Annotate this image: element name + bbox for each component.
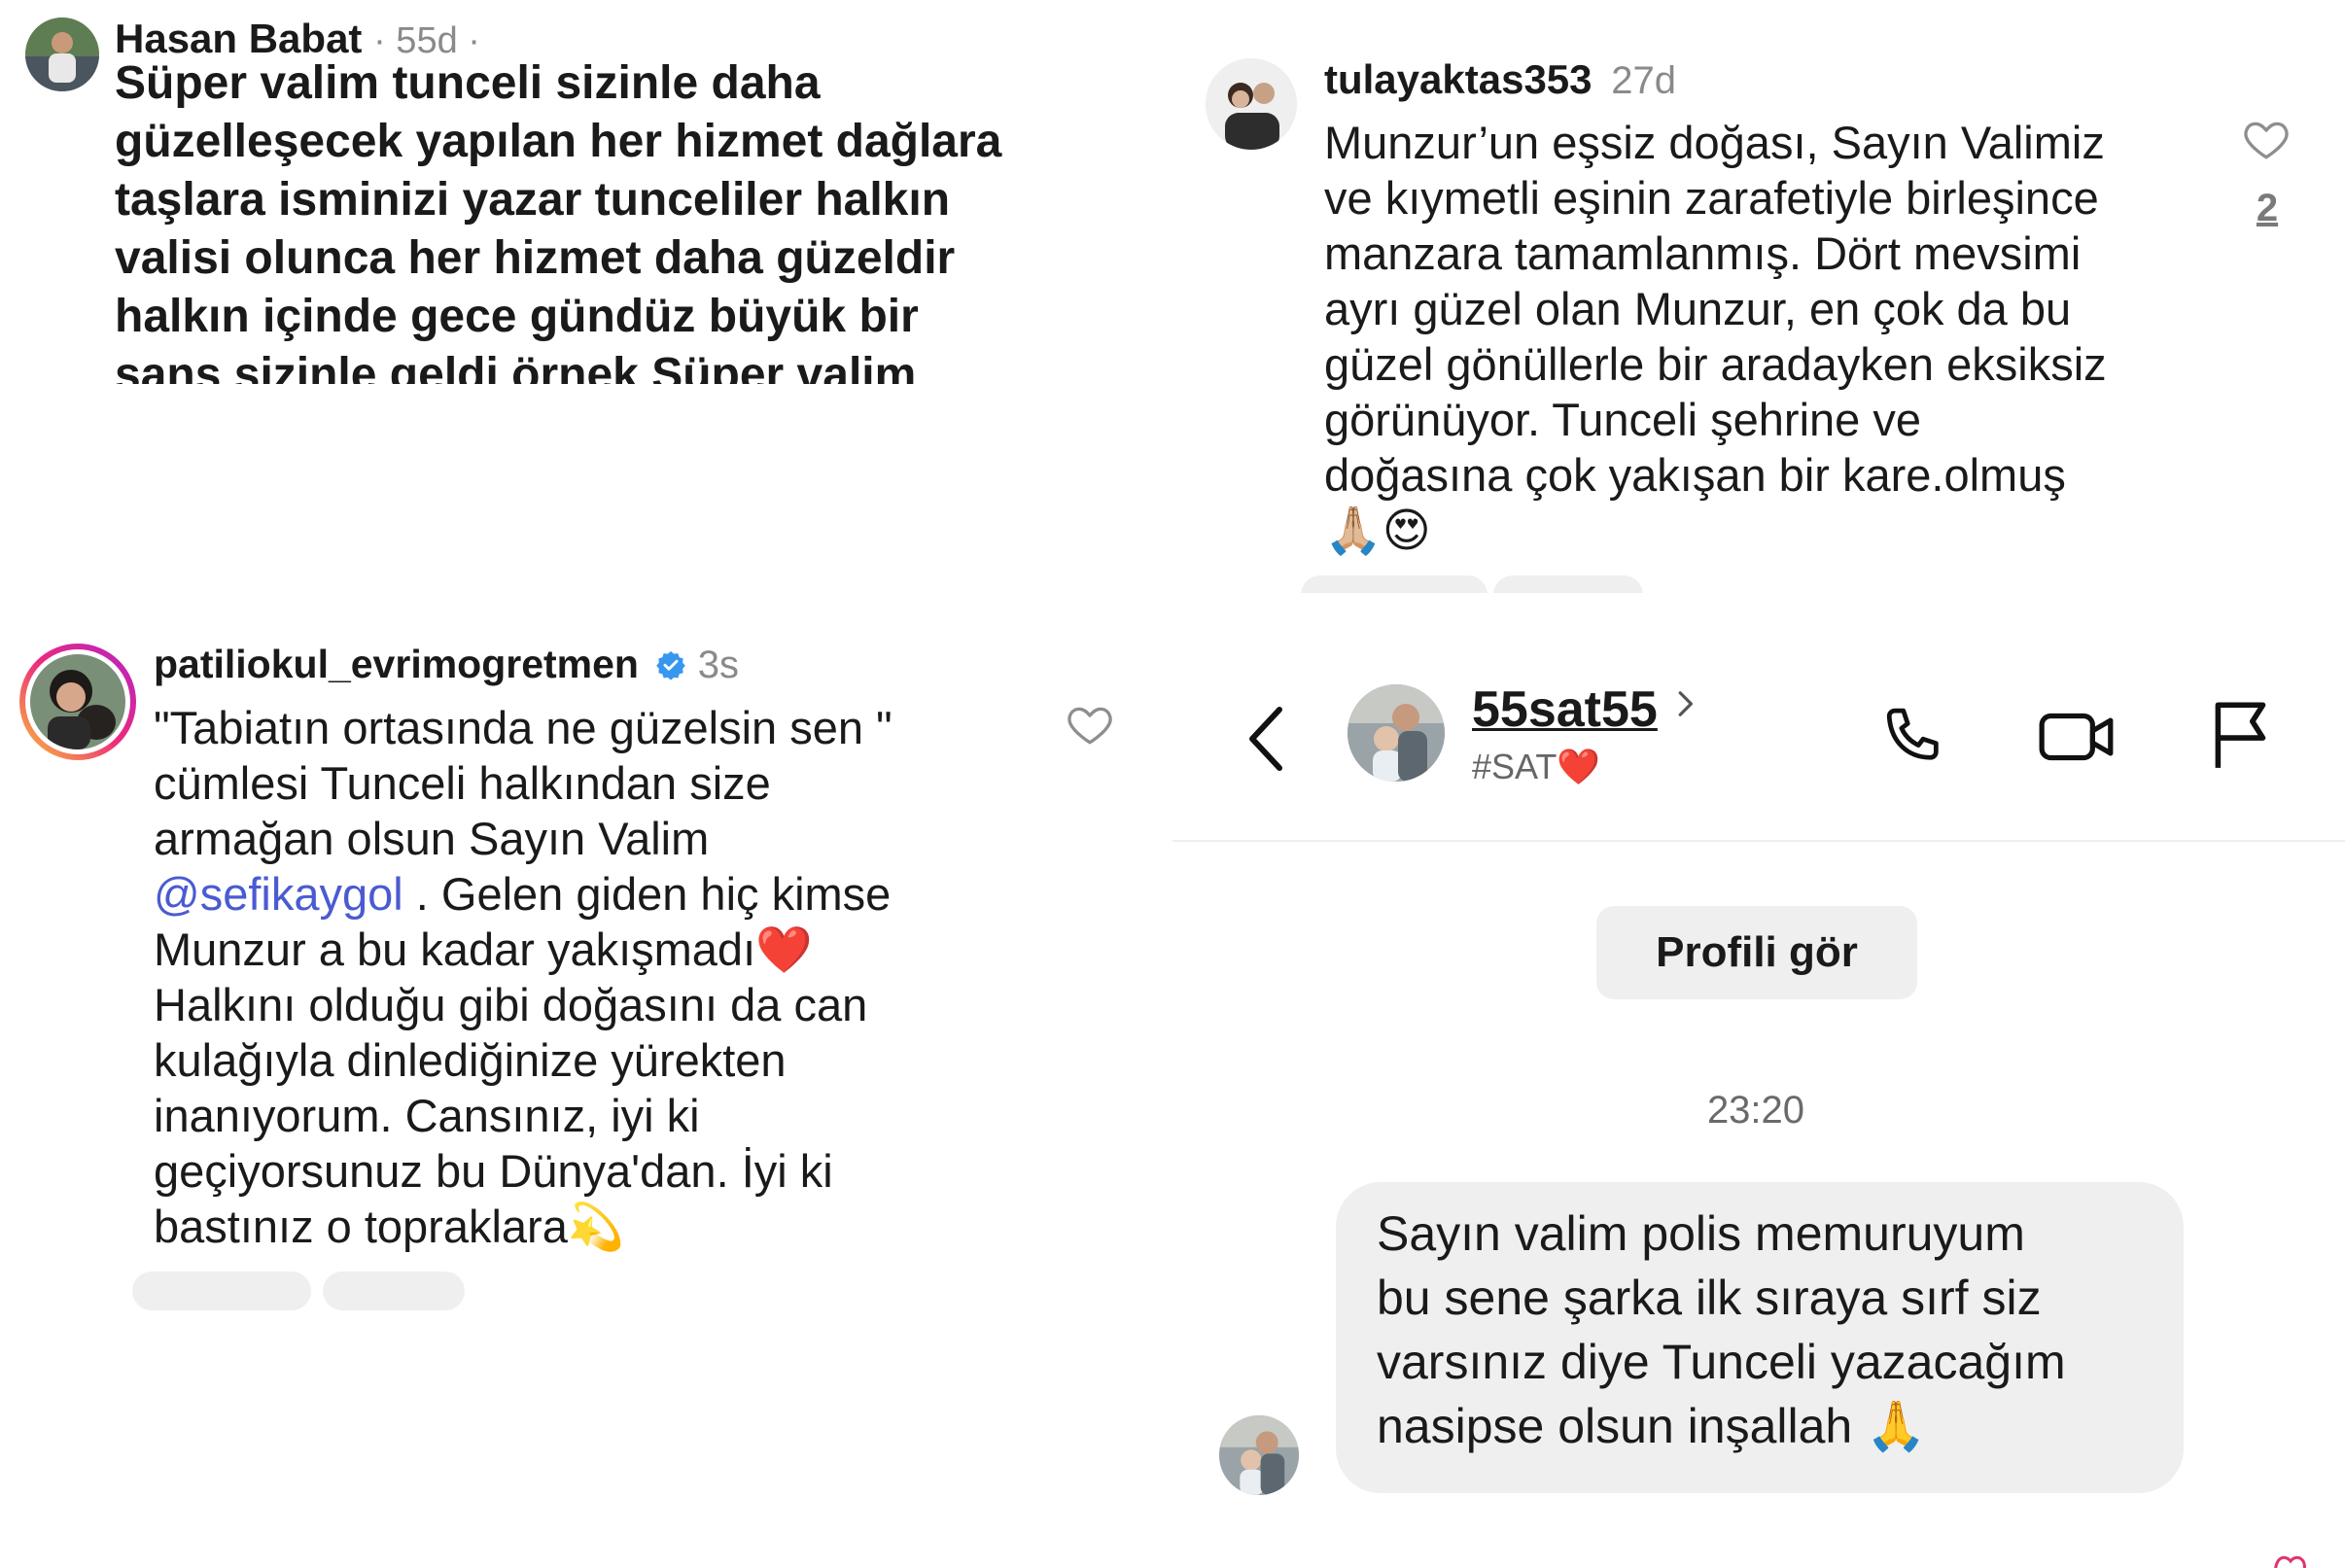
- reply-pill[interactable]: [1493, 575, 1643, 593]
- message-bubble[interactable]: Sayın valim polis memuruyum bu sene şark…: [1336, 1182, 2184, 1493]
- reply-pill[interactable]: [323, 1272, 465, 1310]
- avatar-story-ring[interactable]: [19, 644, 136, 760]
- comment-text: Munzur’un eşsiz doğası, Sayın Valimiz ve…: [1324, 117, 2107, 501]
- header-divider: [1172, 840, 2345, 842]
- username-text[interactable]: patiliokul_evrimogretmen: [154, 642, 639, 686]
- comment-panel-hasan: Hasan Babat · 55d · Süper valim tunceli …: [0, 0, 1172, 384]
- comment-panel-tulay: tulayaktas353 27d Munzur’un eşsiz doğası…: [1172, 0, 2345, 593]
- video-call-button[interactable]: [2036, 700, 2119, 774]
- comment-time: 27d: [1611, 59, 1676, 102]
- comment-text-line: armağan olsun Sayın Valim: [154, 813, 710, 864]
- heart-outline-icon: [2244, 122, 2289, 159]
- verified-badge-icon: [655, 645, 686, 690]
- view-profile-button[interactable]: Profili gör: [1596, 906, 1917, 999]
- avatar-photo-icon: [30, 654, 125, 749]
- heart-outline-icon: [1068, 707, 1112, 745]
- username-text[interactable]: 55sat55: [1472, 681, 1658, 738]
- chevron-right-icon: [1675, 688, 1695, 724]
- phone-icon: [1886, 708, 1939, 760]
- report-button[interactable]: [2205, 696, 2279, 774]
- comment-text: "Tabiatın ortasında ne güzelsin sen " cü…: [154, 700, 1126, 1254]
- sender-avatar[interactable]: [1219, 1415, 1299, 1495]
- message-timestamp: 23:20: [1706, 1089, 1805, 1132]
- avatar-photo-icon: [1206, 58, 1297, 150]
- comment-emoji: 🙏🏼😍: [1324, 505, 1431, 557]
- avatar[interactable]: [1348, 684, 1445, 782]
- flag-icon: [2215, 702, 2266, 768]
- call-button[interactable]: [1874, 700, 1948, 774]
- video-camera-icon: [2039, 713, 2114, 761]
- avatar[interactable]: [25, 17, 99, 91]
- mention-link[interactable]: @sefikaygol: [154, 868, 403, 920]
- comment-text-line: . Gelen giden hiç kimse: [402, 868, 892, 920]
- message-text: Sayın valim polis memuruyum bu sene şark…: [1377, 1206, 2066, 1453]
- comment-text-line: "Tabiatın ortasında ne güzelsin sen ": [154, 702, 892, 753]
- comment-text-line: cümlesi Tunceli halkından size: [154, 757, 771, 809]
- like-count[interactable]: 2: [2250, 187, 2285, 230]
- avatar-photo-icon: [25, 17, 99, 91]
- dm-subtitle: #SAT❤️: [1472, 747, 1601, 786]
- username-text[interactable]: tulayaktas353: [1324, 56, 1592, 102]
- like-button[interactable]: [2240, 115, 2292, 163]
- like-button[interactable]: [1064, 700, 1116, 749]
- dm-panel: 55sat55 #SAT❤️ Profili gör 23:20 Sayın v…: [1172, 593, 2345, 1568]
- reply-pill[interactable]: [1301, 575, 1488, 593]
- avatar-photo-icon: [1219, 1415, 1299, 1495]
- avatar[interactable]: [1206, 58, 1297, 150]
- comment-username[interactable]: patiliokul_evrimogretmen 3s: [154, 642, 739, 690]
- comment-username[interactable]: tulayaktas353 27d: [1324, 56, 1676, 103]
- comment-text: Süper valim tunceli sizinle daha güzelle…: [115, 57, 1002, 384]
- back-button[interactable]: [1237, 700, 1295, 778]
- comment-time: 3s: [697, 644, 740, 686]
- dm-username[interactable]: 55sat55: [1472, 680, 1695, 739]
- comment-text-rest: Munzur a bu kadar yakışmadı❤️ Halkını ol…: [154, 923, 868, 1252]
- comment-panel-patiliokul: patiliokul_evrimogretmen 3s "Tabiatın or…: [0, 593, 1172, 1568]
- avatar-photo-icon: [1348, 684, 1445, 782]
- reaction-heart-icon: [2271, 1553, 2329, 1568]
- chevron-left-icon: [1249, 707, 1282, 771]
- reply-pill[interactable]: [132, 1272, 311, 1310]
